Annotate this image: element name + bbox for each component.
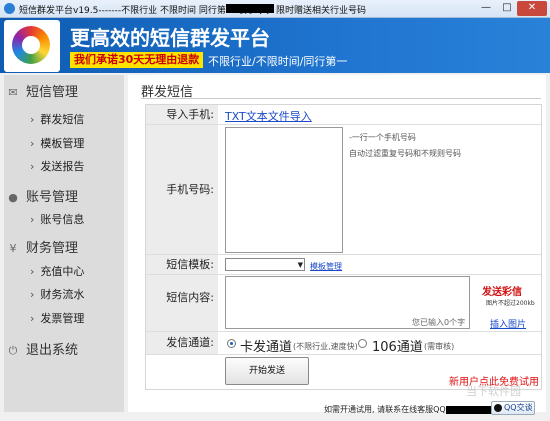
chevron-right-icon: › [30,288,35,301]
footer-contact: 如需开通试用, 请联系在线客服QQ65 [324,404,511,415]
content-label: 短信内容: [146,275,218,331]
dropdown-arrow-icon: ▼ [297,261,303,269]
sidebar-item-recharge[interactable]: › 充值中心 [30,263,84,279]
chevron-right-icon: › [30,113,35,126]
phone-numbers-textarea[interactable] [225,127,343,253]
phones-hint-line1: -一行一个手机号码 [349,133,416,142]
channel-card-label[interactable]: 卡发通道 [240,336,292,355]
import-label: 导入手机: [146,105,218,124]
sidebar-item-label: 群发短信 [40,113,85,126]
sidebar-item-account-info[interactable]: › 账号信息 [30,211,84,227]
channel-106-radio[interactable] [358,339,367,348]
sidebar-item-templates[interactable]: › 模板管理 [30,135,84,151]
power-icon: ⏻ [8,343,18,357]
sidebar-item-label: 发送报告 [40,160,85,173]
sidebar-item-label: 充值中心 [40,265,85,278]
sidebar-item-label: 财务流水 [40,288,85,301]
start-send-button[interactable]: 开始发送 [225,357,309,385]
envelope-icon: ✉ [8,85,18,99]
mms-label: 发送彩信 [482,287,522,298]
template-manage-link[interactable]: 模板管理 [310,261,342,272]
banner-refund-pill: 我们承诺30天无理由退款 [70,52,204,68]
channel-label: 发信通道: [146,332,218,354]
qq-chat-button[interactable]: QQ交谈 [491,401,535,415]
chevron-right-icon: › [30,312,35,325]
watermark: 当下软件园 [466,385,521,398]
chevron-right-icon: › [30,160,35,173]
phones-label: 手机号码: [146,125,218,254]
char-counter: 您已输入0个字 [412,318,466,327]
insert-image-link[interactable]: 插入图片 [490,317,526,330]
row-divider [146,354,541,355]
window-titlebar: 短信群发平台v19.5-------不限行业 不限时间 同行第一 联系QQ 限时… [0,0,550,18]
sidebar-section-label: 短信管理 [26,85,79,100]
chevron-right-icon: › [30,213,35,226]
sidebar-section-logout[interactable]: ⏻ 退出系统 [6,339,78,358]
app-icon [4,3,15,14]
sidebar-section-label: 账号管理 [26,190,79,205]
sidebar-section-label: 财务管理 [26,241,79,256]
banner-subtitle: 不限行业/不限时间/同行第一 [208,55,348,68]
chevron-right-icon: › [30,265,35,278]
qq-chat-label: QQ交谈 [504,403,533,412]
sidebar-section-account[interactable]: ● 账号管理 [6,186,78,205]
logo-ring-icon [12,26,50,64]
sidebar-section-label: 退出系统 [26,343,79,358]
sidebar-item-reports[interactable]: › 发送报告 [30,158,84,174]
minimize-button[interactable]: — [475,1,497,16]
redacted-qq [226,4,274,13]
sidebar-item-bulk-sms[interactable]: › 群发短信 [30,111,84,127]
close-button[interactable]: ✕ [517,1,547,16]
qq-penguin-icon [494,404,502,412]
sidebar-section-finance[interactable]: ¥ 财务管理 [6,237,79,256]
user-icon: ● [8,190,18,204]
sidebar-item-transactions[interactable]: › 财务流水 [30,286,84,302]
txt-import-link[interactable]: TXT文本文件导入 [225,108,312,124]
sidebar-item-label: 模板管理 [40,137,85,150]
sidebar-item-invoices[interactable]: › 发票管理 [30,310,84,326]
template-select[interactable]: ▼ [225,258,305,271]
title-divider [141,98,541,99]
banner-title: 更高效的短信群发平台 [70,26,270,50]
logo [4,20,60,72]
mms-size-note: 图片不超过200kb [486,300,535,307]
window-title-suffix: 限时赠送相关行业号码 [276,6,367,16]
channel-106-label[interactable]: 106通道 [372,336,423,355]
footer-text: 如需开通试用, 请联系在线客服QQ [324,405,446,414]
maximize-button[interactable]: □ [497,1,517,16]
sidebar-section-sms[interactable]: ✉ 短信管理 [6,81,78,100]
sidebar-item-label: 账号信息 [40,213,85,226]
channel-card-note: (不限行业,速度快) [293,342,358,351]
chevron-right-icon: › [30,137,35,150]
yen-icon: ¥ [9,241,17,255]
channel-card-radio[interactable] [227,339,236,348]
phones-hint-line2: 自动过滤重复号码和不规则号码 [349,149,461,158]
template-label: 短信模板: [146,255,218,274]
sidebar-item-label: 发票管理 [40,312,85,325]
channel-106-note: (需审核) [424,342,455,351]
